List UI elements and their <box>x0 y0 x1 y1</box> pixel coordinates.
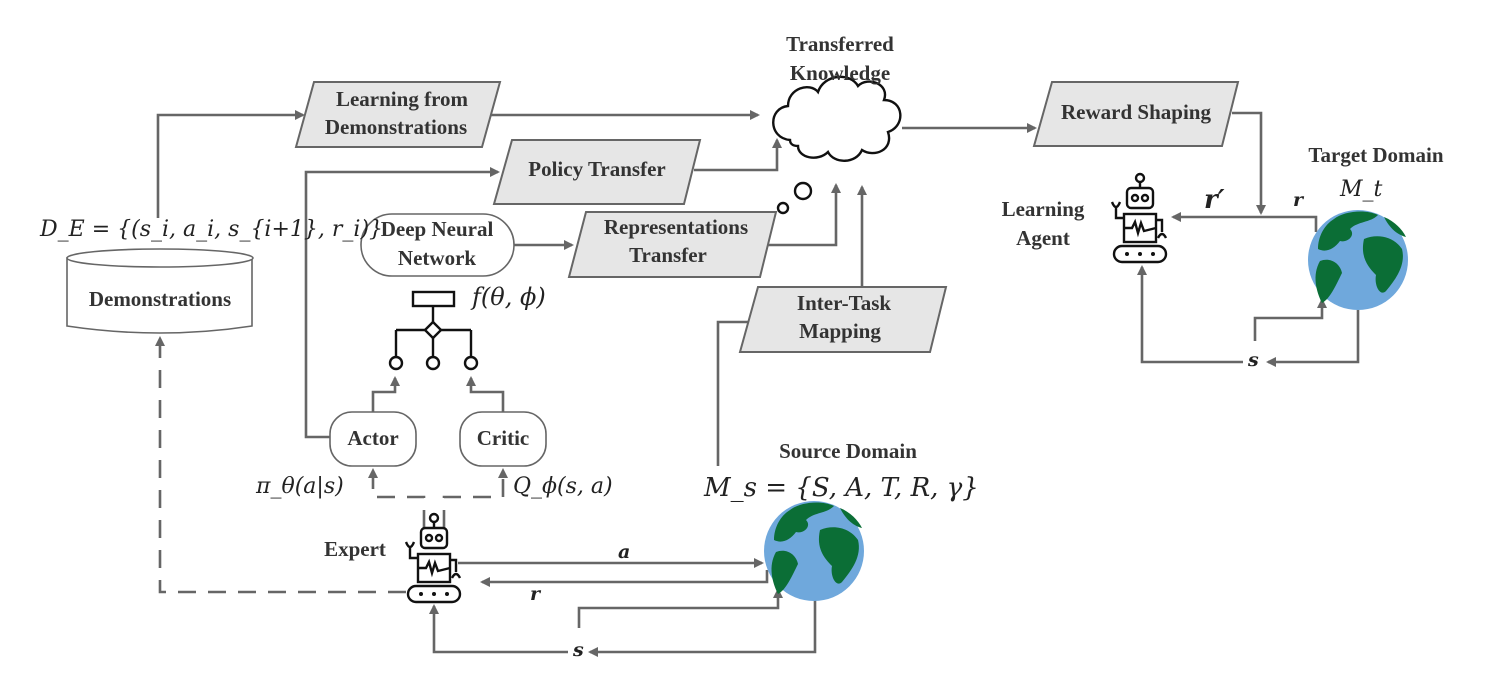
source-mdp-label: M_s = {S, A, T, R, γ} <box>703 473 979 503</box>
edge-actor-to-policy-transfer <box>304 167 500 439</box>
edge-critic-to-network <box>466 376 505 415</box>
source-domain-label: Source Domain <box>779 439 917 463</box>
reward-shaping-label: Reward Shaping <box>1061 100 1211 124</box>
inter-task-mapping-box: Inter-Task Mapping <box>738 286 948 353</box>
reward-shaping-box: Reward Shaping <box>1032 81 1240 147</box>
edge-target-reward-to-agent <box>1171 212 1318 232</box>
edge-expert-state-to-source <box>577 588 783 628</box>
learning-agent-label-2: Agent <box>1016 226 1070 250</box>
edge-expert-to-actor <box>368 468 426 528</box>
edge-expert-to-critic <box>442 468 508 528</box>
thought-bubble-large <box>793 181 813 201</box>
edge-policy-to-cloud <box>694 138 782 172</box>
edge-actor-to-network <box>371 376 400 415</box>
dnn-label-2: Network <box>398 246 476 270</box>
policy-transfer-box: Policy Transfer <box>492 139 702 205</box>
repr-label-2: Transfer <box>629 243 707 267</box>
edge-agent-action-to-target <box>1253 298 1327 341</box>
policy-transfer-label: Policy Transfer <box>528 157 665 181</box>
q-function-label: Q_ϕ(s, a) <box>513 474 613 499</box>
learning-agent-label-1: Learning <box>1002 197 1085 221</box>
reward-edge-label: r <box>530 583 542 605</box>
policy-label: π_θ(a|s) <box>255 474 344 499</box>
target-mdp-label: M_t <box>1339 177 1383 202</box>
source-domain-globe-icon <box>764 501 864 601</box>
action-edge-label: a <box>618 541 630 563</box>
demonstrations-label: Demonstrations <box>89 287 231 311</box>
expert-label: Expert <box>324 537 386 561</box>
network-function-label: f(θ, ϕ) <box>470 283 546 311</box>
actor-label: Actor <box>347 426 398 450</box>
demo-set-label: D_E = {(s_i, a_i, s_{i+1}, r_i)} <box>39 217 383 242</box>
edge-repr-to-cloud <box>768 183 841 247</box>
repr-label-1: Representations <box>604 215 748 239</box>
critic-node: Critic <box>459 411 547 467</box>
actor-node: Actor <box>329 411 417 467</box>
edge-demos-to-lfd <box>156 110 305 218</box>
shaped-reward-label: r′ <box>1204 185 1225 215</box>
edge-state-to-expert <box>429 604 568 654</box>
edges <box>155 110 1360 657</box>
representations-transfer-box: Representations Transfer <box>567 211 778 278</box>
transfer-learning-diagram: Transferred Knowledge Learning from Demo… <box>39 32 1444 661</box>
edge-source-reward <box>480 570 769 587</box>
demonstrations-database: Demonstrations <box>66 248 254 334</box>
itm-label-2: Mapping <box>799 319 881 343</box>
transferred-knowledge-label-2: Knowledge <box>790 61 890 85</box>
network-structure-icon <box>388 290 479 371</box>
edge-source-state-out <box>588 598 817 657</box>
expert-robot-icon <box>404 512 462 604</box>
state-edge-label: s <box>572 639 584 661</box>
edge-target-state-to-agent <box>1137 265 1243 364</box>
lfd-label-2: Demonstrations <box>325 115 467 139</box>
target-domain-label: Target Domain <box>1308 143 1443 167</box>
target-state-label: s <box>1247 349 1259 371</box>
transferred-knowledge-label-1: Transferred <box>786 32 894 56</box>
learning-agent-robot-icon <box>1110 172 1168 264</box>
itm-label-1: Inter-Task <box>797 291 891 315</box>
target-reward-label: r <box>1293 189 1305 211</box>
deep-neural-network-node: Deep Neural Network <box>360 213 515 277</box>
dnn-label-1: Deep Neural <box>381 217 494 241</box>
cloud-icon <box>772 75 902 162</box>
edge-reward-shaping-down <box>1232 111 1266 215</box>
target-domain-globe-icon <box>1308 210 1408 310</box>
critic-label: Critic <box>477 426 529 450</box>
learning-from-demonstrations-box: Learning from Demonstrations <box>294 81 502 148</box>
thought-bubble-small <box>776 201 790 215</box>
lfd-label-1: Learning from <box>336 87 469 111</box>
